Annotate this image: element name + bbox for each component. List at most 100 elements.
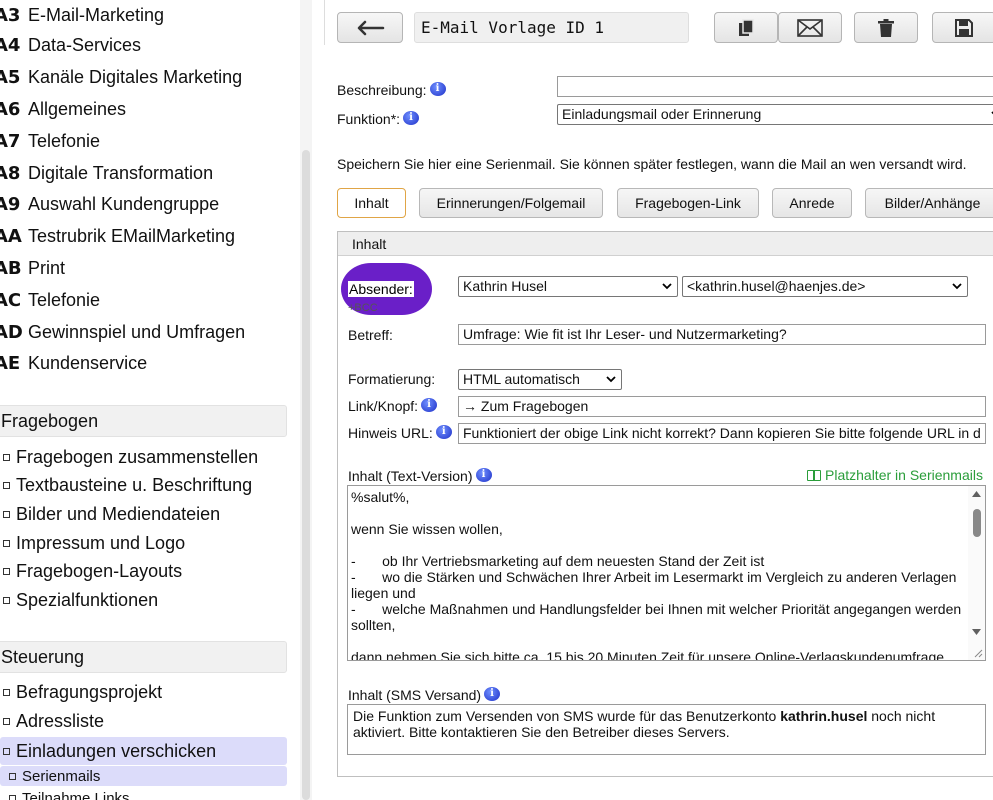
back-arrow-icon <box>357 20 385 35</box>
resize-handle-icon[interactable] <box>973 648 983 658</box>
panel-title: Inhalt <box>338 232 993 256</box>
category-code: A9 <box>0 193 21 215</box>
category-item[interactable]: A5 Kanäle Digitales Marketing <box>0 62 242 92</box>
info-icon[interactable]: i <box>403 111 420 125</box>
sms-label-text: Inhalt (SMS Versand) <box>348 687 482 703</box>
template-title: E-Mail Vorlage ID 1 <box>414 12 689 43</box>
nav-link[interactable]: Textbausteine u. Beschriftung <box>0 471 252 499</box>
category-code: AC <box>0 289 22 311</box>
info-icon[interactable]: i <box>421 398 438 412</box>
category-label: Kanäle Digitales Marketing <box>28 66 243 87</box>
link-label-text: Link/Knopf: <box>348 398 419 414</box>
category-item[interactable]: A8 Digitale Transformation <box>0 158 213 188</box>
beschreibung-label-text: Beschreibung: <box>337 82 427 98</box>
nav-link-active[interactable]: Einladungen verschicken <box>0 737 287 765</box>
hinweis-label: Hinweis URL: i <box>348 425 452 441</box>
nav-link-label: Adressliste <box>16 710 105 731</box>
subnav-link-active[interactable]: Serienmails <box>0 766 287 786</box>
copy-icon <box>739 18 754 36</box>
scroll-up-icon[interactable] <box>972 490 981 497</box>
category-item[interactable]: AD Gewinnspiel und Umfragen <box>0 317 245 347</box>
tab-fragebogen-link[interactable]: Fragebogen-Link <box>617 188 759 218</box>
info-icon[interactable]: i <box>429 82 446 96</box>
back-button[interactable] <box>337 12 403 43</box>
link-label: Link/Knopf: i <box>348 398 438 414</box>
section-header-steuerung: Steuerung <box>0 641 287 673</box>
category-item[interactable]: A7 Telefonie <box>0 126 100 156</box>
intro-text: Speichern Sie hier eine Serienmail. Sie … <box>337 156 967 172</box>
textarea-scrollbar[interactable] <box>968 486 985 660</box>
placeholder-link-label: Platzhalter in Serienmails <box>825 467 983 483</box>
bullet-icon <box>3 510 10 518</box>
category-item[interactable]: AE Kundenservice <box>0 348 147 378</box>
delete-button[interactable] <box>854 12 918 43</box>
nav-link[interactable]: Fragebogen zusammenstellen <box>0 443 258 471</box>
nav-link[interactable]: Bilder und Mediendateien <box>0 500 220 528</box>
bcc-link[interactable]: +BCC <box>348 302 378 314</box>
hinweis-input[interactable]: Funktioniert der obige Link nicht korrek… <box>458 423 986 444</box>
beschreibung-input[interactable] <box>557 76 993 97</box>
info-icon[interactable]: i <box>435 425 452 439</box>
tab-anrede[interactable]: Anrede <box>772 188 852 218</box>
absender-email-select[interactable]: <kathrin.husel@haenjes.de> <box>682 276 968 297</box>
category-code: AD <box>0 321 23 343</box>
textarea-scrollbar-thumb[interactable] <box>973 509 981 537</box>
text-version-content: %salut%, wenn Sie wissen wollen, - ob Ih… <box>351 489 962 661</box>
category-item[interactable]: AB Print <box>0 253 65 283</box>
nav-link[interactable]: Fragebogen-Layouts <box>0 557 182 585</box>
chevron-down-icon <box>662 283 672 290</box>
nav-link[interactable]: Befragungsprojekt <box>0 678 162 706</box>
sidebar-scrollbar-thumb[interactable] <box>302 150 310 800</box>
send-mail-button[interactable] <box>778 12 842 43</box>
nav-link-label: Textbausteine u. Beschriftung <box>16 474 253 495</box>
nav-link[interactable]: Spezialfunktionen <box>0 586 158 614</box>
link-input[interactable]: → Zum Fragebogen <box>458 396 986 417</box>
beschreibung-label: Beschreibung: i <box>337 82 446 98</box>
placeholder-link[interactable]: Platzhalter in Serienmails <box>807 467 983 483</box>
nav-link-label: Fragebogen zusammenstellen <box>16 446 259 467</box>
category-label: Telefonie <box>28 130 101 151</box>
category-item[interactable]: AC Telefonie <box>0 285 100 315</box>
nav-link[interactable]: Adressliste <box>0 707 104 735</box>
category-item[interactable]: A4 Data-Services <box>0 30 141 60</box>
info-icon[interactable]: i <box>484 687 501 701</box>
tab-erinnerungen[interactable]: Erinnerungen/Folgemail <box>419 188 603 218</box>
category-label: Gewinnspiel und Umfragen <box>28 321 246 342</box>
tab-bilder-anhaenge[interactable]: Bilder/Anhänge <box>865 188 993 218</box>
bullet-icon <box>3 717 10 725</box>
nav-link-label: Spezialfunktionen <box>16 589 159 610</box>
absender-name-value: Kathrin Husel <box>463 278 548 294</box>
nav-link-label: Bilder und Mediendateien <box>16 503 221 524</box>
bullet-icon <box>3 567 10 575</box>
absender-name-select[interactable]: Kathrin Husel <box>458 276 678 297</box>
nav-link-label: Einladungen verschicken <box>16 740 217 761</box>
scroll-down-icon[interactable] <box>972 629 981 636</box>
funktion-select[interactable]: Einladungsmail oder Erinnerung <box>557 104 993 125</box>
bullet-icon <box>3 453 10 461</box>
formatierung-select[interactable]: HTML automatisch <box>458 369 622 390</box>
text-version-textarea[interactable]: %salut%, wenn Sie wissen wollen, - ob Ih… <box>347 485 986 661</box>
subnav-link[interactable]: Teilnahme Links <box>0 788 130 800</box>
category-item[interactable]: A9 Auswahl Kundengruppe <box>0 189 219 219</box>
text-version-label-text: Inhalt (Text-Version) <box>348 468 473 484</box>
save-button[interactable] <box>932 12 993 43</box>
nav-link[interactable]: Impressum und Logo <box>0 529 185 557</box>
info-icon[interactable]: i <box>475 468 492 482</box>
nav-link-label: Fragebogen-Layouts <box>16 560 183 581</box>
betreff-input[interactable]: Umfrage: Wie fit ist Ihr Leser- und Nutz… <box>458 324 986 345</box>
bullet-icon <box>9 794 16 800</box>
divider <box>324 0 325 45</box>
bullet-icon <box>9 772 16 780</box>
category-item[interactable]: A3 E-Mail-Marketing <box>0 0 164 30</box>
bullet-icon <box>3 747 10 755</box>
category-code: A4 <box>0 34 21 56</box>
hinweis-label-text: Hinweis URL: <box>348 425 433 441</box>
category-item[interactable]: AA Testrubrik EMailMarketing <box>0 221 235 251</box>
category-code: A3 <box>0 4 21 26</box>
category-code: A5 <box>0 66 21 88</box>
funktion-select-value: Einladungsmail oder Erinnerung <box>562 106 762 122</box>
copy-button[interactable] <box>714 12 778 43</box>
tab-inhalt[interactable]: Inhalt <box>337 188 406 218</box>
mail-icon <box>797 18 823 37</box>
category-item[interactable]: A6 Allgemeines <box>0 94 126 124</box>
